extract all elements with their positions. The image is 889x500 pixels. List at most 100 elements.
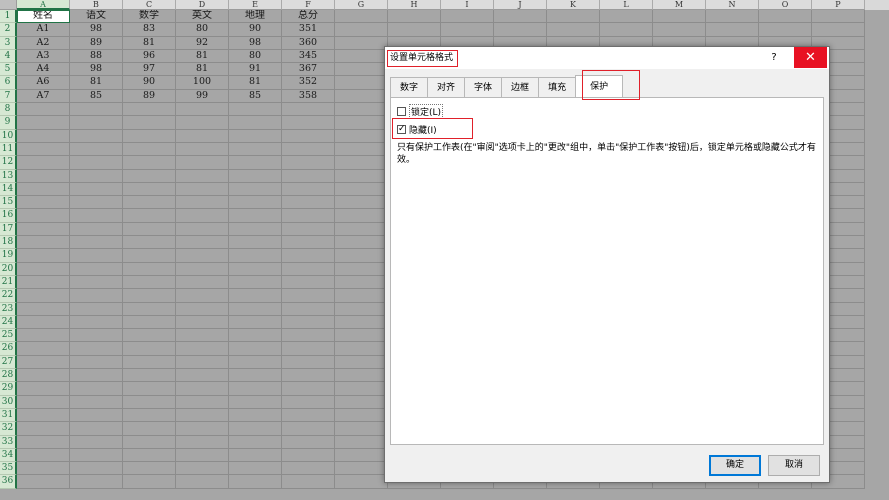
cell-a14[interactable]: [17, 182, 70, 197]
cell-c14[interactable]: [123, 182, 176, 197]
cell-d32[interactable]: [176, 422, 229, 436]
cell-e35[interactable]: [229, 462, 282, 476]
cell-b15[interactable]: [70, 196, 123, 210]
row-header[interactable]: 13: [0, 169, 17, 183]
cell-d19[interactable]: [176, 249, 229, 263]
cell-g2[interactable]: [335, 23, 388, 37]
cell-e36[interactable]: [229, 475, 282, 489]
cell-b33[interactable]: [70, 435, 123, 449]
cell-g24[interactable]: [335, 315, 388, 330]
cell-g29[interactable]: [335, 382, 388, 396]
cell-d20[interactable]: [176, 262, 229, 276]
cell-g36[interactable]: [335, 475, 388, 489]
column-header-n[interactable]: N: [706, 0, 759, 10]
cell-d12[interactable]: [176, 156, 229, 170]
cell-d11[interactable]: [176, 142, 229, 157]
column-header-e[interactable]: E: [229, 0, 282, 10]
cell-e5[interactable]: 91: [229, 63, 282, 77]
cell-e8[interactable]: [229, 103, 282, 117]
cell-p1[interactable]: [812, 10, 865, 24]
cell-g10[interactable]: [335, 129, 388, 143]
cell-f34[interactable]: [282, 448, 335, 463]
ok-button[interactable]: 确定: [709, 455, 761, 476]
row-header[interactable]: 32: [0, 422, 17, 436]
cell-g28[interactable]: [335, 369, 388, 383]
cell-d27[interactable]: [176, 355, 229, 370]
cell-a2[interactable]: A1: [17, 23, 70, 37]
cell-e27[interactable]: [229, 355, 282, 370]
cell-d1[interactable]: 英文: [176, 10, 229, 24]
cell-a35[interactable]: [17, 462, 70, 476]
cell-a5[interactable]: A4: [17, 63, 70, 77]
row-header[interactable]: 10: [0, 129, 17, 143]
cell-f24[interactable]: [282, 315, 335, 330]
cell-f26[interactable]: [282, 342, 335, 356]
row-header[interactable]: 17: [0, 222, 17, 237]
cell-d13[interactable]: [176, 169, 229, 183]
cell-d25[interactable]: [176, 329, 229, 343]
cell-b13[interactable]: [70, 169, 123, 183]
cell-g22[interactable]: [335, 289, 388, 303]
cell-o2[interactable]: [759, 23, 812, 37]
cell-c8[interactable]: [123, 103, 176, 117]
cell-d14[interactable]: [176, 182, 229, 197]
cell-d36[interactable]: [176, 475, 229, 489]
hidden-checkbox[interactable]: ✓: [397, 124, 406, 134]
cell-e12[interactable]: [229, 156, 282, 170]
cell-c22[interactable]: [123, 289, 176, 303]
cell-c16[interactable]: [123, 209, 176, 223]
cell-a6[interactable]: A6: [17, 76, 70, 90]
cell-a11[interactable]: [17, 142, 70, 157]
cell-k1[interactable]: [547, 10, 600, 24]
cell-g8[interactable]: [335, 103, 388, 117]
cell-b28[interactable]: [70, 369, 123, 383]
cell-e28[interactable]: [229, 369, 282, 383]
cell-m1[interactable]: [653, 10, 706, 24]
cell-g30[interactable]: [335, 395, 388, 409]
cell-b35[interactable]: [70, 462, 123, 476]
cell-d15[interactable]: [176, 196, 229, 210]
cell-a33[interactable]: [17, 435, 70, 449]
cell-f25[interactable]: [282, 329, 335, 343]
cell-g17[interactable]: [335, 222, 388, 237]
column-header-k[interactable]: K: [547, 0, 600, 10]
cell-d4[interactable]: 81: [176, 49, 229, 64]
cell-a25[interactable]: [17, 329, 70, 343]
cell-g1[interactable]: [335, 10, 388, 24]
cell-g21[interactable]: [335, 275, 388, 290]
column-header-m[interactable]: M: [653, 0, 706, 10]
cell-g19[interactable]: [335, 249, 388, 263]
row-header[interactable]: 19: [0, 249, 17, 263]
cell-e7[interactable]: 85: [229, 89, 282, 104]
cell-f9[interactable]: [282, 116, 335, 130]
cell-a31[interactable]: [17, 408, 70, 423]
cell-e33[interactable]: [229, 435, 282, 449]
cell-c33[interactable]: [123, 435, 176, 449]
cell-d17[interactable]: [176, 222, 229, 237]
cell-b34[interactable]: [70, 448, 123, 463]
row-header[interactable]: 4: [0, 49, 17, 64]
row-header[interactable]: 31: [0, 408, 17, 423]
cell-c10[interactable]: [123, 129, 176, 143]
cell-b4[interactable]: 88: [70, 49, 123, 64]
cell-a30[interactable]: [17, 395, 70, 409]
cell-g23[interactable]: [335, 302, 388, 316]
cell-b18[interactable]: [70, 236, 123, 250]
column-header-b[interactable]: B: [70, 0, 123, 10]
cell-c1[interactable]: 数学: [123, 10, 176, 24]
row-header[interactable]: 33: [0, 435, 17, 449]
row-header[interactable]: 6: [0, 76, 17, 90]
cell-b19[interactable]: [70, 249, 123, 263]
cell-c30[interactable]: [123, 395, 176, 409]
cell-a24[interactable]: [17, 315, 70, 330]
cell-c29[interactable]: [123, 382, 176, 396]
cell-f14[interactable]: [282, 182, 335, 197]
cell-e22[interactable]: [229, 289, 282, 303]
cell-e31[interactable]: [229, 408, 282, 423]
cell-i1[interactable]: [441, 10, 494, 24]
cell-c23[interactable]: [123, 302, 176, 316]
cell-f3[interactable]: 360: [282, 36, 335, 50]
cell-a26[interactable]: [17, 342, 70, 356]
cell-e29[interactable]: [229, 382, 282, 396]
row-header[interactable]: 29: [0, 382, 17, 396]
